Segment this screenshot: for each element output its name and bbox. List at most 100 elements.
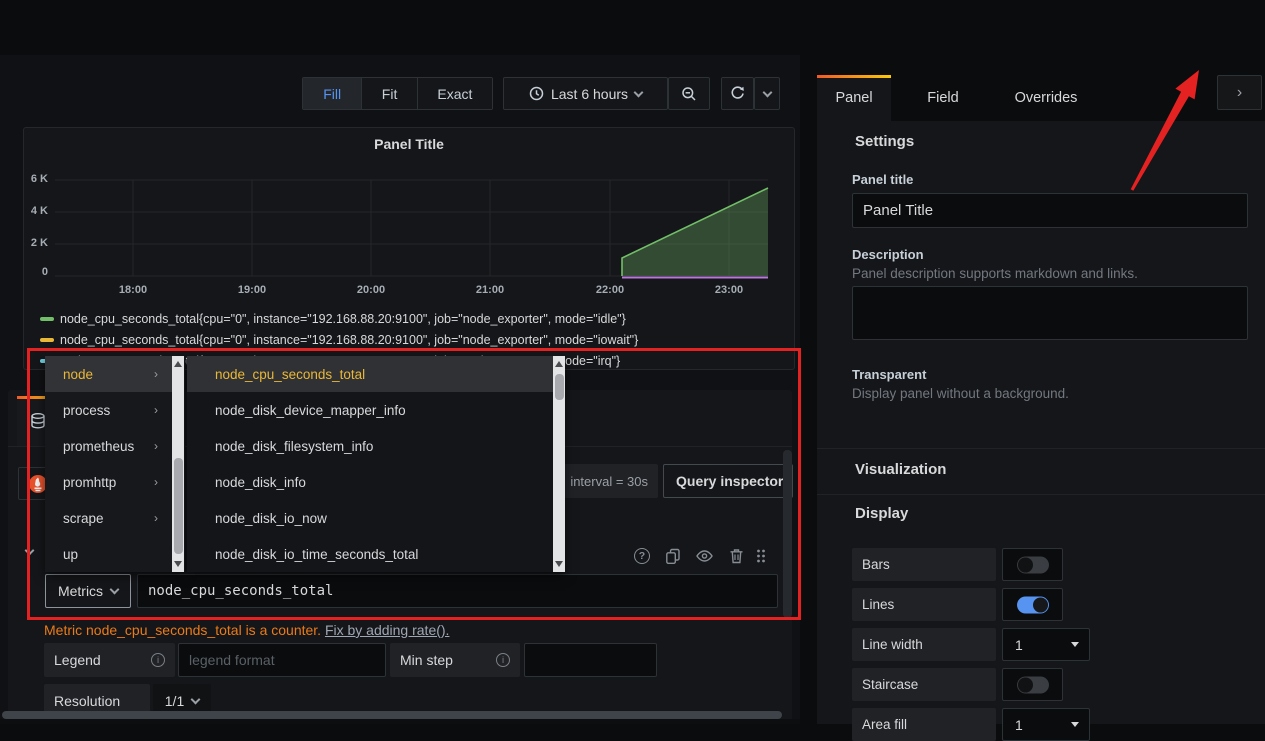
submenu-arrow-icon: › bbox=[154, 475, 158, 489]
refresh-button[interactable] bbox=[721, 77, 754, 110]
fit-mode-button[interactable]: Fit bbox=[362, 78, 417, 109]
delete-query-button[interactable] bbox=[727, 547, 745, 565]
query-pane-scrollbar[interactable] bbox=[783, 450, 792, 618]
description-label: Description bbox=[852, 247, 924, 262]
staircase-toggle[interactable] bbox=[1002, 668, 1063, 701]
metric-menu-scrollbar[interactable] bbox=[553, 356, 565, 572]
metric-list-menu: node_cpu_seconds_total node_disk_device_… bbox=[187, 356, 565, 572]
menu-item-metric[interactable]: node_disk_filesystem_info bbox=[187, 428, 553, 464]
chevron-right-icon: › bbox=[1237, 84, 1242, 102]
metric-query-input[interactable] bbox=[137, 574, 778, 608]
legend-item[interactable]: node_cpu_seconds_total{cpu="0", instance… bbox=[40, 311, 790, 327]
scroll-up-icon[interactable] bbox=[553, 356, 565, 372]
duplicate-query-button[interactable] bbox=[664, 547, 682, 565]
panel-title-input[interactable] bbox=[852, 193, 1248, 228]
x-axis-tick: 21:00 bbox=[468, 284, 512, 296]
horizontal-scrollbar[interactable] bbox=[2, 711, 782, 719]
query-inspector-button[interactable]: Query inspector bbox=[663, 464, 793, 498]
caret-down-icon bbox=[1071, 722, 1079, 727]
eye-icon bbox=[696, 549, 713, 563]
description-help: Panel description supports markdown and … bbox=[852, 266, 1138, 281]
x-axis-tick: 20:00 bbox=[349, 284, 393, 296]
scroll-up-icon[interactable] bbox=[172, 356, 184, 372]
description-textarea[interactable] bbox=[852, 286, 1248, 340]
toggle-query-visibility-button[interactable] bbox=[695, 547, 713, 565]
idle-series-area bbox=[622, 188, 768, 276]
exact-mode-button[interactable]: Exact bbox=[418, 78, 492, 109]
query-help-button[interactable] bbox=[633, 547, 651, 565]
settings-heading[interactable]: Settings bbox=[855, 133, 914, 150]
transparent-label: Transparent bbox=[852, 367, 926, 382]
zoom-out-button[interactable] bbox=[668, 77, 710, 110]
tab-field[interactable]: Field bbox=[905, 75, 981, 121]
chevron-down-icon bbox=[110, 585, 120, 595]
refresh-icon bbox=[730, 86, 745, 101]
submenu-arrow-icon: › bbox=[154, 367, 158, 381]
copy-icon bbox=[665, 548, 681, 564]
menu-item-metric[interactable]: node_disk_io_now bbox=[187, 500, 553, 536]
x-axis-tick: 19:00 bbox=[230, 284, 274, 296]
clock-icon bbox=[529, 86, 544, 101]
menu-item-up[interactable]: up bbox=[45, 536, 172, 572]
help-icon bbox=[634, 548, 650, 564]
y-axis-tick: 2 K bbox=[12, 237, 48, 249]
submenu-arrow-icon: › bbox=[154, 511, 158, 525]
transparent-help: Display panel without a background. bbox=[852, 386, 1069, 401]
panel-title-label: Panel title bbox=[852, 172, 913, 187]
series-color-swatch bbox=[40, 317, 54, 321]
min-step-input[interactable] bbox=[524, 643, 657, 677]
fill-mode-button[interactable]: Fill bbox=[303, 78, 362, 109]
info-icon bbox=[151, 653, 165, 667]
metric-group-menu: node› process› prometheus› promhttp› scr… bbox=[45, 356, 185, 572]
tab-panel[interactable]: Panel bbox=[817, 75, 891, 121]
menu-item-promhttp[interactable]: promhttp› bbox=[45, 464, 172, 500]
menu-item-metric[interactable]: node_disk_io_time_seconds_total bbox=[187, 536, 553, 572]
fix-by-adding-rate-link[interactable]: Fix by adding rate(). bbox=[325, 622, 450, 638]
clipped-content-strip bbox=[0, 719, 800, 724]
bars-toggle[interactable] bbox=[1002, 548, 1063, 581]
menu-item-process[interactable]: process› bbox=[45, 392, 172, 428]
trash-icon bbox=[729, 548, 744, 564]
area-fill-select[interactable]: 1 bbox=[1002, 708, 1090, 741]
scroll-down-icon[interactable] bbox=[553, 556, 565, 572]
menu-item-node[interactable]: node› bbox=[45, 356, 172, 392]
scrollbar-thumb[interactable] bbox=[555, 374, 564, 400]
menu-item-metric[interactable]: node_disk_info bbox=[187, 464, 553, 500]
staircase-label: Staircase bbox=[852, 668, 996, 701]
metrics-dropdown-button[interactable]: Metrics bbox=[45, 574, 131, 608]
drag-query-handle[interactable] bbox=[752, 547, 770, 565]
menu-item-scrape[interactable]: scrape› bbox=[45, 500, 172, 536]
line-width-select[interactable]: 1 bbox=[1002, 628, 1090, 661]
lines-toggle[interactable] bbox=[1002, 588, 1063, 621]
size-mode-segment: Fill Fit Exact bbox=[302, 77, 493, 110]
section-divider bbox=[817, 448, 1265, 449]
legend-format-input[interactable] bbox=[178, 643, 386, 677]
lines-label: Lines bbox=[852, 588, 996, 621]
tab-overrides[interactable]: Overrides bbox=[996, 75, 1096, 121]
collapse-pane-button[interactable]: › bbox=[1217, 75, 1262, 110]
group-menu-scrollbar[interactable] bbox=[172, 356, 184, 572]
line-width-label: Line width bbox=[852, 628, 996, 661]
legend-label: node_cpu_seconds_total{cpu="0", instance… bbox=[60, 312, 626, 326]
caret-down-icon bbox=[1071, 642, 1079, 647]
legend-item[interactable]: node_cpu_seconds_total{cpu="0", instance… bbox=[40, 332, 790, 348]
scroll-down-icon[interactable] bbox=[172, 556, 184, 572]
time-range-picker[interactable]: Last 6 hours bbox=[503, 77, 668, 110]
menu-item-prometheus[interactable]: prometheus› bbox=[45, 428, 172, 464]
section-divider bbox=[817, 494, 1265, 495]
chevron-down-icon bbox=[634, 87, 644, 97]
refresh-interval-dropdown[interactable] bbox=[754, 77, 780, 110]
panel-preview-title: Panel Title bbox=[23, 136, 795, 152]
submenu-arrow-icon: › bbox=[154, 439, 158, 453]
time-range-label: Last 6 hours bbox=[551, 86, 628, 102]
display-heading[interactable]: Display bbox=[855, 505, 908, 522]
menu-item-metric[interactable]: node_cpu_seconds_total bbox=[187, 356, 553, 392]
visualization-heading[interactable]: Visualization bbox=[855, 461, 946, 478]
chevron-down-icon bbox=[762, 87, 772, 97]
grip-dots-icon bbox=[755, 548, 767, 564]
menu-item-metric[interactable]: node_disk_device_mapper_info bbox=[187, 392, 553, 428]
scrollbar-thumb[interactable] bbox=[174, 458, 183, 554]
area-fill-label: Area fill bbox=[852, 708, 996, 741]
info-icon bbox=[496, 653, 510, 667]
x-axis-tick: 18:00 bbox=[111, 284, 155, 296]
